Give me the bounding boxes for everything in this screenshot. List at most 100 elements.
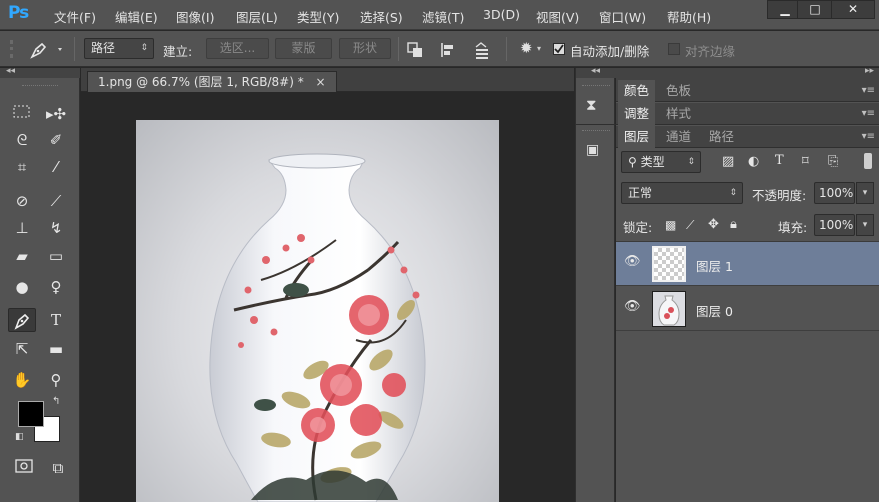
make-shape-button[interactable]: 形状 (339, 38, 391, 59)
tab-paths[interactable]: 路径 (703, 126, 740, 148)
path-arrangement-icon[interactable] (473, 41, 493, 62)
separator (506, 37, 507, 61)
path-operations-icon[interactable] (407, 42, 423, 61)
document-tab-bar: 1.png @ 66.7% (图层 1, RGB/8#) * × (81, 68, 574, 92)
menu-filter[interactable]: 滤镜(T) (422, 7, 464, 26)
eyedropper-icon[interactable]: ⁄ (42, 155, 70, 179)
menu-view[interactable]: 视图(V) (536, 7, 579, 26)
dock-grip[interactable] (582, 130, 610, 132)
panel-menu-icon[interactable]: ▾≡ (862, 131, 875, 142)
path-select-icon[interactable]: ⇱ (8, 337, 36, 361)
tool-preset-picker[interactable] (28, 40, 66, 63)
fill-slider-toggle[interactable]: ▾ (856, 214, 874, 236)
panel-menu-icon[interactable]: ▾≡ (862, 85, 875, 96)
pen-tool[interactable] (8, 308, 36, 332)
screen-mode-icon[interactable]: ⧉ (44, 456, 72, 480)
lock-position-icon[interactable]: ✥ (708, 217, 719, 232)
expand-panels-icon[interactable]: ▸▸ (865, 66, 874, 76)
panel-icon-dock: ◂◂ ⧗ ▣ (575, 66, 616, 502)
select-arrows-icon: ⇕ (729, 188, 737, 198)
marquee-icon[interactable] (8, 102, 36, 126)
chevron-down-icon[interactable]: ▾ (537, 44, 541, 53)
opacity-input[interactable]: 100% (814, 182, 855, 204)
lock-paint-icon[interactable]: ⟋ (686, 218, 694, 233)
tab-styles[interactable]: 样式 (660, 103, 697, 125)
auto-add-delete-checkbox[interactable] (553, 43, 565, 55)
rectangle-icon[interactable]: ▬ (42, 337, 70, 361)
checkmark-icon (554, 44, 564, 54)
tab-color[interactable]: 颜色 (618, 80, 656, 102)
close-tab-icon[interactable]: × (316, 75, 326, 89)
vase-image (209, 153, 426, 502)
grip-handle[interactable] (10, 40, 20, 58)
menu-edit[interactable]: 编辑(E) (115, 7, 158, 26)
maximize-button[interactable]: □ (797, 0, 833, 19)
lock-all-icon[interactable]: 🔒︎ (730, 217, 737, 232)
default-colors-icon[interactable]: ◧ (15, 432, 24, 442)
collapse-toolbox-icon[interactable]: ◂◂ (6, 66, 15, 76)
filter-toggle-switch[interactable] (864, 153, 872, 169)
filter-type-icon[interactable]: T (775, 153, 784, 168)
properties-panel-icon[interactable]: ▣ (586, 142, 599, 158)
tab-channels[interactable]: 通道 (660, 126, 697, 148)
make-mask-button[interactable]: 蒙版 (275, 38, 332, 59)
image-canvas[interactable] (136, 120, 499, 502)
document-tab[interactable]: 1.png @ 66.7% (图层 1, RGB/8#) * × (87, 71, 337, 92)
lock-transparent-icon[interactable]: ▩ (665, 218, 676, 232)
healing-icon[interactable]: ⊘ (8, 189, 36, 213)
make-selection-button[interactable]: 选区... (206, 38, 269, 59)
dodge-icon[interactable]: ♀ (42, 275, 70, 299)
blur-icon[interactable]: ● (8, 275, 36, 299)
layer-row[interactable]: 👁︎ 图层 1 (616, 242, 879, 286)
fill-input[interactable]: 100% (814, 214, 855, 236)
toolbox-grip[interactable] (22, 85, 58, 88)
filter-smart-object-icon[interactable]: ⎘ (828, 154, 838, 169)
layer-name[interactable]: 图层 1 (696, 256, 733, 275)
crop-icon[interactable]: ⌗ (8, 155, 36, 179)
stamp-icon[interactable]: ⊥ (8, 216, 36, 240)
filter-shape-icon[interactable]: ⌑ (802, 154, 809, 169)
gear-icon[interactable]: ✹ (520, 41, 533, 56)
close-window-button[interactable]: ✕ (831, 0, 875, 19)
blend-mode-select[interactable]: 正常 ⇕ (621, 182, 743, 204)
layer-row[interactable]: 👁︎ 图层 0 (616, 287, 879, 331)
quick-select-icon[interactable]: ✐ (42, 128, 70, 152)
menu-select[interactable]: 选择(S) (360, 7, 403, 26)
filter-adjustment-icon[interactable]: ◐ (748, 154, 759, 169)
tool-mode-select[interactable]: 路径 ⇕ (84, 38, 154, 59)
menu-layer[interactable]: 图层(L) (236, 7, 278, 26)
lasso-icon[interactable]: ᘓ (8, 128, 36, 152)
tab-swatches[interactable]: 色板 (660, 80, 697, 102)
history-panel-icon[interactable]: ⧗ (586, 96, 597, 114)
path-alignment-icon[interactable] (440, 42, 456, 61)
panel-menu-icon[interactable]: ▾≡ (862, 108, 875, 119)
type-icon[interactable]: T (42, 308, 70, 332)
history-brush-icon[interactable]: ↯ (42, 216, 70, 240)
adjustments-panel-tabs: 调整 样式 ▾≡ (616, 103, 879, 125)
menu-3d[interactable]: 3D(D) (483, 7, 520, 22)
filter-pixel-icon[interactable]: ▨ (722, 154, 734, 169)
zoom-icon[interactable]: ⚲ (42, 368, 70, 392)
menu-help[interactable]: 帮助(H) (667, 7, 711, 26)
tab-layers[interactable]: 图层 (618, 126, 656, 148)
menu-image[interactable]: 图像(I) (176, 7, 214, 26)
dock-grip[interactable] (582, 85, 610, 87)
opacity-slider-toggle[interactable]: ▾ (856, 182, 874, 204)
tab-adjustments[interactable]: 调整 (618, 103, 656, 125)
menu-file[interactable]: 文件(F) (54, 7, 96, 26)
swap-colors-icon[interactable]: ↰ (52, 396, 60, 407)
hand-icon[interactable]: ✋ (8, 368, 36, 392)
visibility-eye-icon[interactable]: 👁︎ (624, 299, 641, 315)
menu-type[interactable]: 类型(Y) (297, 7, 339, 26)
move-icon[interactable]: ▸✣ (42, 102, 70, 126)
layer-name[interactable]: 图层 0 (696, 301, 733, 320)
visibility-eye-icon[interactable]: 👁︎ (624, 254, 641, 270)
eraser-icon[interactable]: ▰ (8, 244, 36, 268)
layer-filter-select[interactable]: ⚲ 类型 ⇕ (621, 151, 701, 173)
quick-mask-icon[interactable] (10, 456, 38, 480)
brush-icon[interactable]: ⟋ (42, 189, 70, 213)
gradient-icon[interactable]: ▭ (42, 244, 70, 268)
menu-window[interactable]: 窗口(W) (599, 7, 646, 26)
align-edges-checkbox[interactable] (668, 43, 680, 55)
collapse-dock-icon[interactable]: ◂◂ (591, 66, 600, 76)
